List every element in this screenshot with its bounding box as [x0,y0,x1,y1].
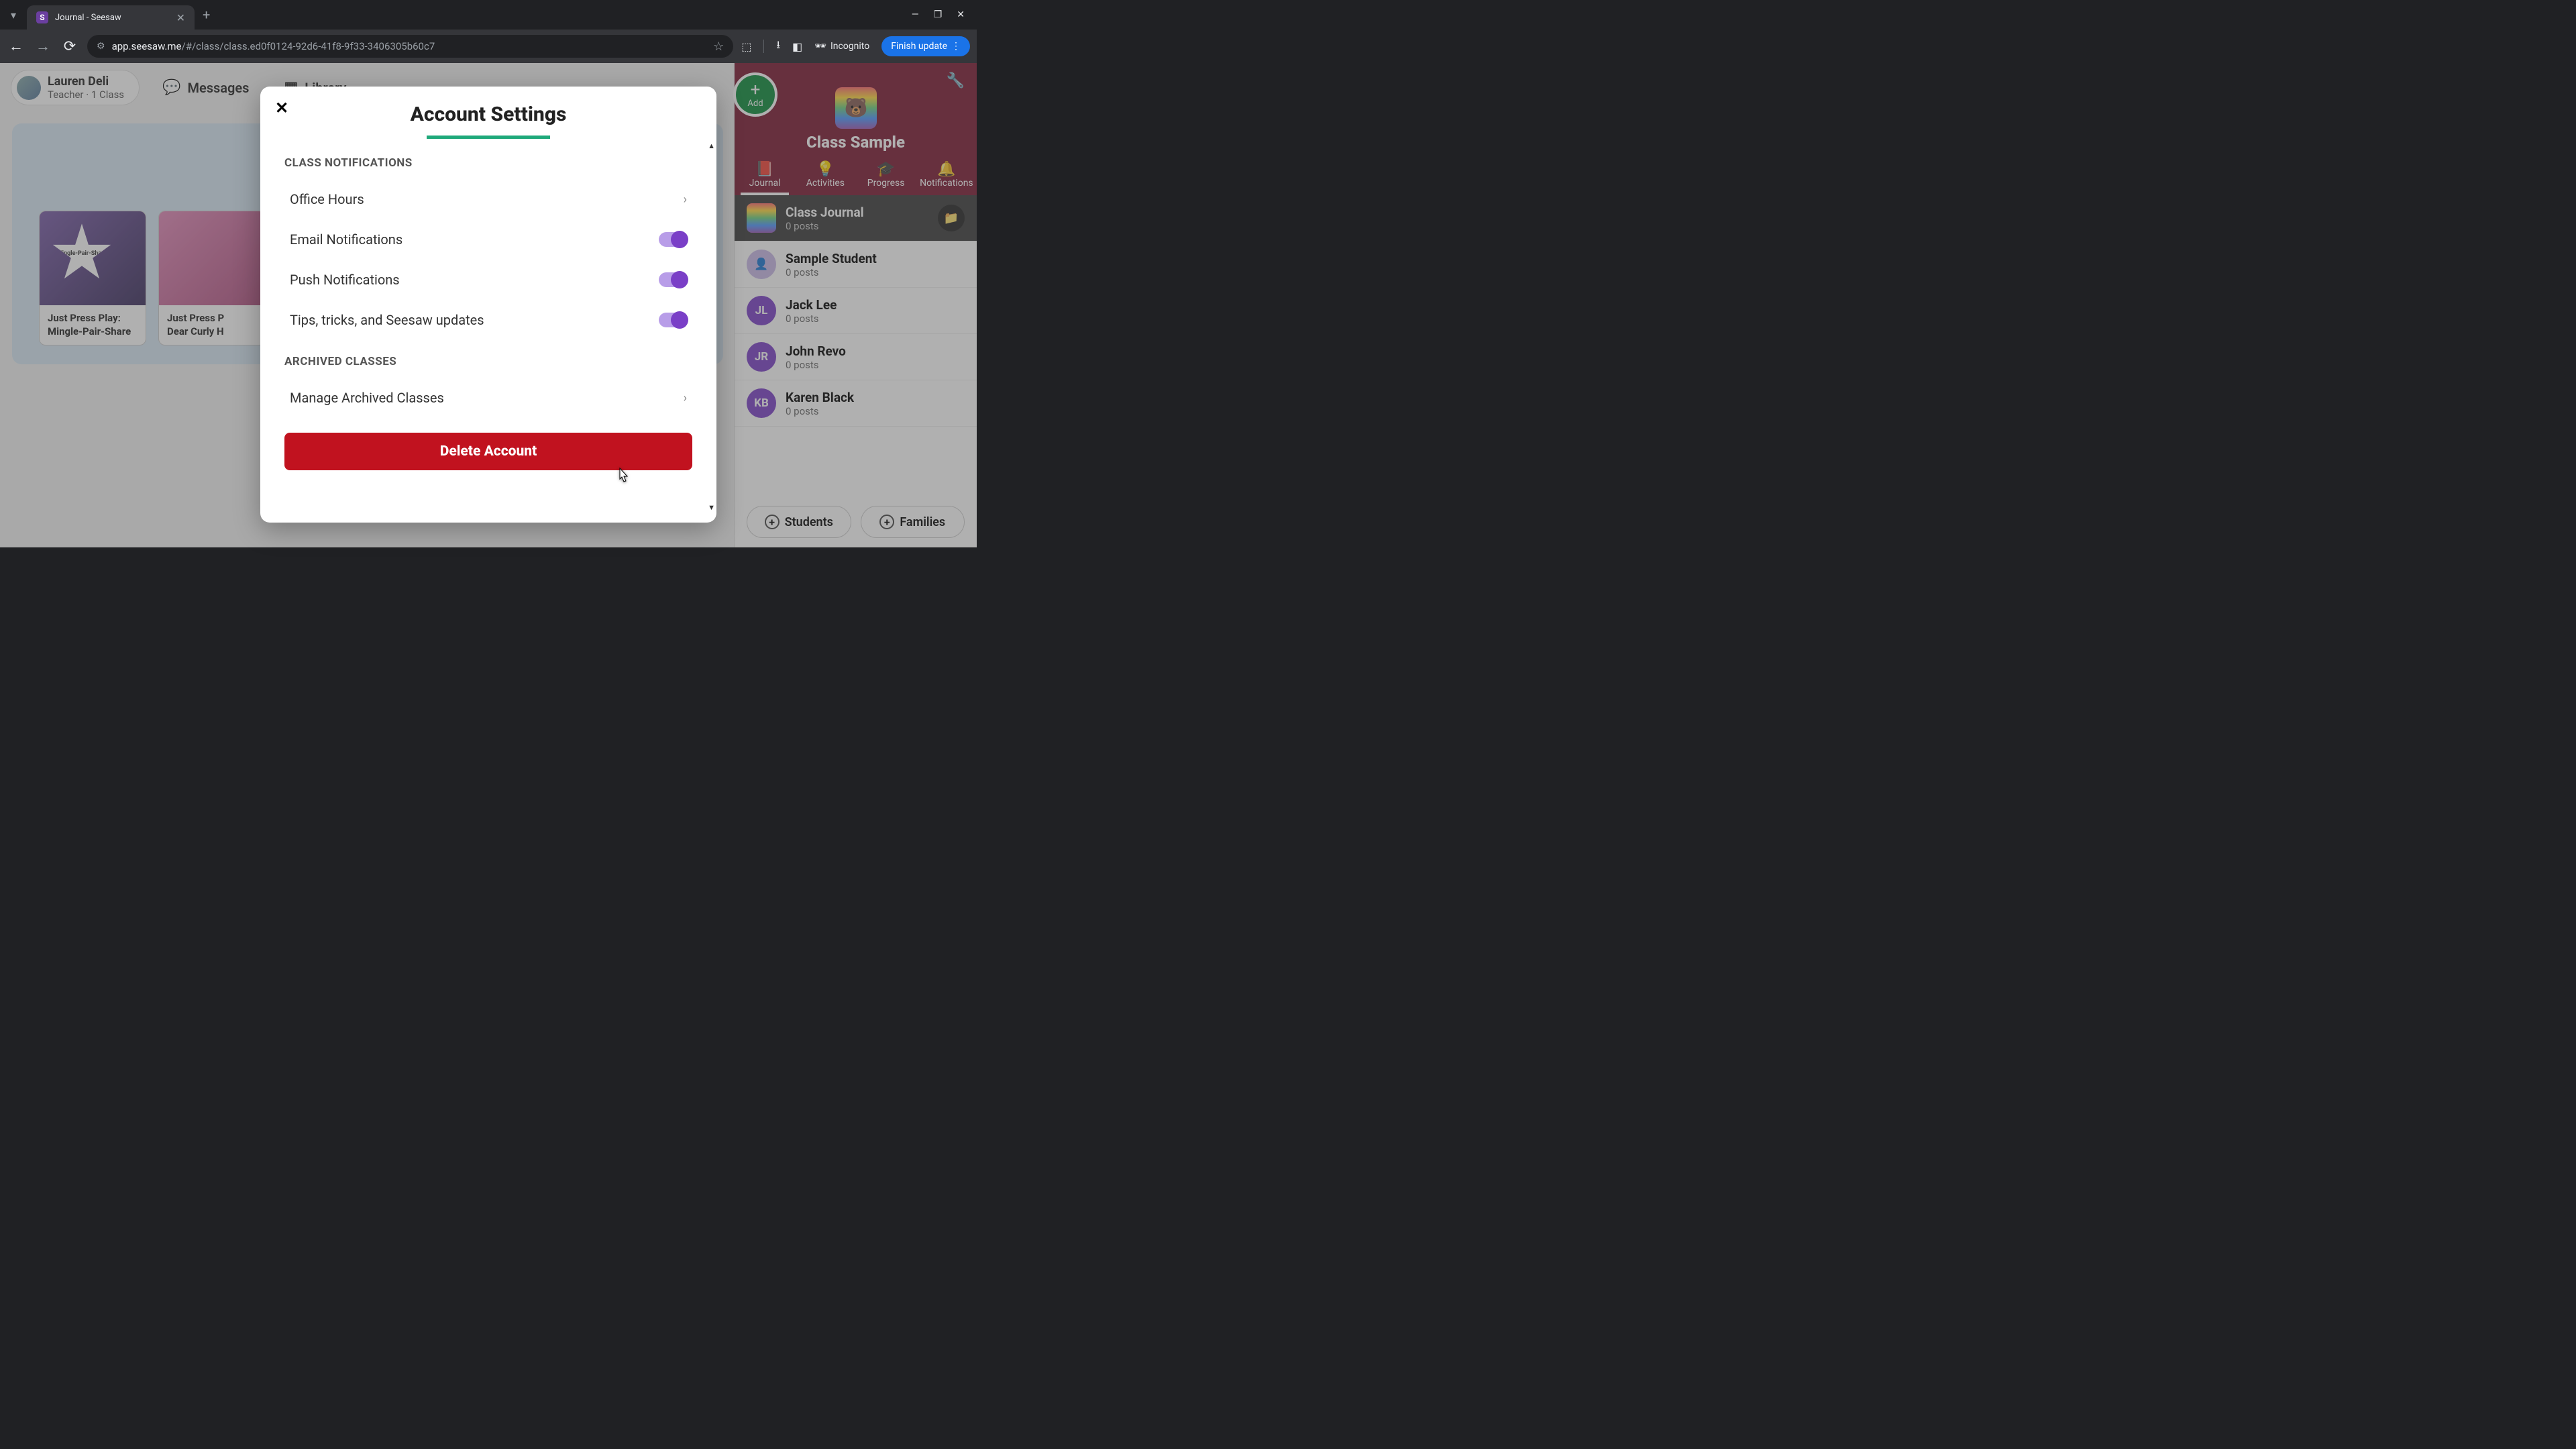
menu-dots-icon: ⋮ [951,41,961,52]
toggle-email-notifications[interactable] [659,232,687,247]
setting-office-hours[interactable]: Office Hours › [284,179,692,219]
browser-toolbar: ← → ⟳ ⚙ app.seesaw.me/#/class/class.ed0f… [0,30,977,63]
section-class-notifications: CLASS NOTIFICATIONS [284,156,692,170]
address-bar[interactable]: ⚙ app.seesaw.me/#/class/class.ed0f0124-9… [87,35,733,58]
chevron-right-icon: › [684,391,687,405]
browser-tab[interactable]: S Journal - Seesaw ✕ [27,5,195,30]
modal-title: Account Settings [260,103,716,126]
back-button[interactable]: ← [7,38,25,55]
modal-body[interactable]: ▲ CLASS NOTIFICATIONS Office Hours › Ema… [260,139,716,515]
url-text: app.seesaw.me/#/class/class.ed0f0124-92d… [112,40,435,52]
modal-close-button[interactable]: ✕ [275,99,288,117]
reload-button[interactable]: ⟳ [60,38,79,55]
window-controls: — ❐ ✕ [912,9,977,20]
finish-update-button[interactable]: Finish update ⋮ [881,36,970,56]
minimize-icon[interactable]: — [912,9,919,20]
tab-search-dropdown[interactable]: ▾ [0,9,27,21]
bookmark-icon[interactable]: ☆ [713,40,724,54]
toggle-tips-updates[interactable] [659,313,687,327]
tab-title: Journal - Seesaw [55,13,170,23]
tab-close-icon[interactable]: ✕ [176,11,185,24]
setting-manage-archived[interactable]: Manage Archived Classes › [284,378,692,418]
scroll-down-arrow[interactable]: ▼ [708,503,715,512]
setting-email-notifications: Email Notifications [284,219,692,260]
toggle-push-notifications[interactable] [659,272,687,287]
incognito-icon: 🕶 [814,41,826,52]
separator [763,40,764,53]
chevron-right-icon: › [684,193,687,207]
setting-tips-updates: Tips, tricks, and Seesaw updates [284,300,692,340]
close-window-icon[interactable]: ✕ [957,9,965,20]
maximize-icon[interactable]: ❐ [934,9,943,20]
downloads-icon[interactable]: ⭳ [776,38,780,56]
new-tab-button[interactable]: + [203,7,210,23]
scroll-up-arrow[interactable]: ▲ [708,142,715,150]
site-settings-icon[interactable]: ⚙ [97,41,105,52]
tab-favicon: S [36,11,48,23]
forward-button[interactable]: → [34,38,52,55]
page-content: Lauren Deli Teacher · 1 Class 💬 Messages… [0,63,977,547]
extensions-icon[interactable]: ⬚ [741,40,751,53]
delete-account-button[interactable]: Delete Account [284,433,692,470]
incognito-indicator[interactable]: 🕶 Incognito [814,41,869,52]
browser-titlebar: ▾ S Journal - Seesaw ✕ + — ❐ ✕ [0,0,977,30]
setting-push-notifications: Push Notifications [284,260,692,300]
account-settings-modal: ✕ Account Settings ▲ CLASS NOTIFICATIONS… [260,87,716,523]
sidepanel-icon[interactable]: ◧ [792,40,802,53]
section-archived-classes: ARCHIVED CLASSES [284,355,692,368]
